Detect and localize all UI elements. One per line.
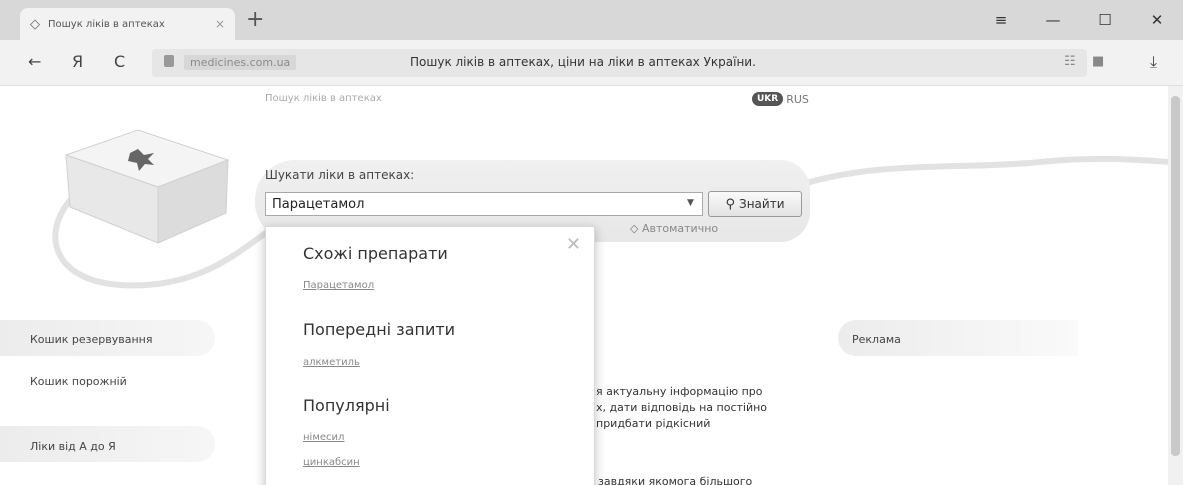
search-input[interactable] [265, 192, 703, 216]
reload-icon[interactable]: C [114, 52, 125, 71]
suggestion-item[interactable]: цинкабсин [303, 457, 360, 468]
suggestion-item[interactable]: німесил [303, 432, 344, 443]
close-button[interactable]: ✕ [1131, 4, 1183, 36]
site-logo-icon [64, 129, 230, 244]
scrollbar[interactable] [1168, 86, 1183, 485]
search-button-label: Знайти [739, 197, 785, 211]
language-ua-option[interactable]: UKR [752, 92, 784, 106]
menu-icon[interactable]: ≡ [975, 4, 1027, 36]
url-page-title: Пошук ліків в аптеках, ціни на ліки в ап… [410, 55, 756, 69]
new-tab-button[interactable]: + [246, 9, 264, 31]
intro-line-4: завдяки якомога більшого [598, 475, 753, 485]
cart-empty-text: Кошик порожній [30, 375, 127, 388]
bookmark-icon[interactable]: ■ [1092, 54, 1104, 69]
auto-location-link[interactable]: ◇ Автоматично [630, 222, 718, 235]
url-domain: medicines.com.ua [184, 55, 297, 70]
back-arrow-icon[interactable]: ← [28, 52, 41, 71]
intro-text: я актуальну інформацію про х, дати відпо… [596, 384, 816, 432]
auto-location-label: Автоматично [641, 222, 719, 235]
language-switch: UKR RUS [752, 92, 809, 106]
close-icon[interactable]: ✕ [566, 234, 581, 255]
tab-favicon-icon: ◇ [30, 16, 40, 32]
scrollbar-thumb[interactable] [1171, 96, 1180, 456]
cart-title: Кошик резервування [30, 333, 153, 346]
az-title[interactable]: Ліки від А до Я [30, 440, 116, 453]
search-button[interactable]: ⚲ Знайти [708, 191, 802, 217]
reader-mode-icon[interactable]: ☷ [1064, 54, 1076, 69]
tab-title: Пошук ліків в аптеках [48, 18, 165, 30]
tab-bar: ◇ Пошук ліків в аптеках × + ≡ — ☐ ✕ [0, 0, 1183, 40]
ads-title: Реклама [852, 333, 901, 346]
intro-line-2: х, дати відповідь на постійно [596, 401, 768, 414]
window-controls: ≡ — ☐ ✕ [975, 4, 1183, 36]
yandex-icon[interactable]: Я [72, 52, 83, 71]
location-icon: ◇ [630, 222, 639, 235]
suggestion-item[interactable]: Парацетамол [303, 280, 374, 291]
lock-icon [164, 55, 174, 67]
previous-heading: Попередні запити [303, 320, 456, 339]
address-bar: ← Я C medicines.com.ua Пошук ліків в апт… [0, 40, 1183, 86]
search-suggestions-popup [265, 226, 595, 485]
download-icon[interactable]: ⤓ [1150, 52, 1157, 72]
intro-line-1: я актуальну інформацію про [596, 385, 763, 398]
tab-close-icon[interactable]: × [215, 17, 225, 31]
chevron-down-icon[interactable]: ▼ [687, 198, 694, 208]
browser-tab[interactable]: ◇ Пошук ліків в аптеках × [20, 8, 235, 40]
similar-heading: Схожі препарати [303, 244, 448, 263]
suggestion-item[interactable]: алкметиль [303, 357, 360, 368]
search-label: Шукати ліки в аптеках: [265, 168, 415, 182]
minimize-button[interactable]: — [1027, 4, 1079, 36]
language-ru-option[interactable]: RUS [786, 93, 809, 106]
url-field[interactable]: medicines.com.ua Пошук ліків в аптеках, … [152, 49, 1104, 77]
popular-heading: Популярні [303, 396, 390, 415]
search-icon: ⚲ [725, 196, 736, 212]
site-tagline: Пошук ліків в аптеках [265, 93, 382, 104]
maximize-button[interactable]: ☐ [1079, 4, 1131, 36]
intro-line-3: придбати рідкісний [596, 417, 711, 430]
